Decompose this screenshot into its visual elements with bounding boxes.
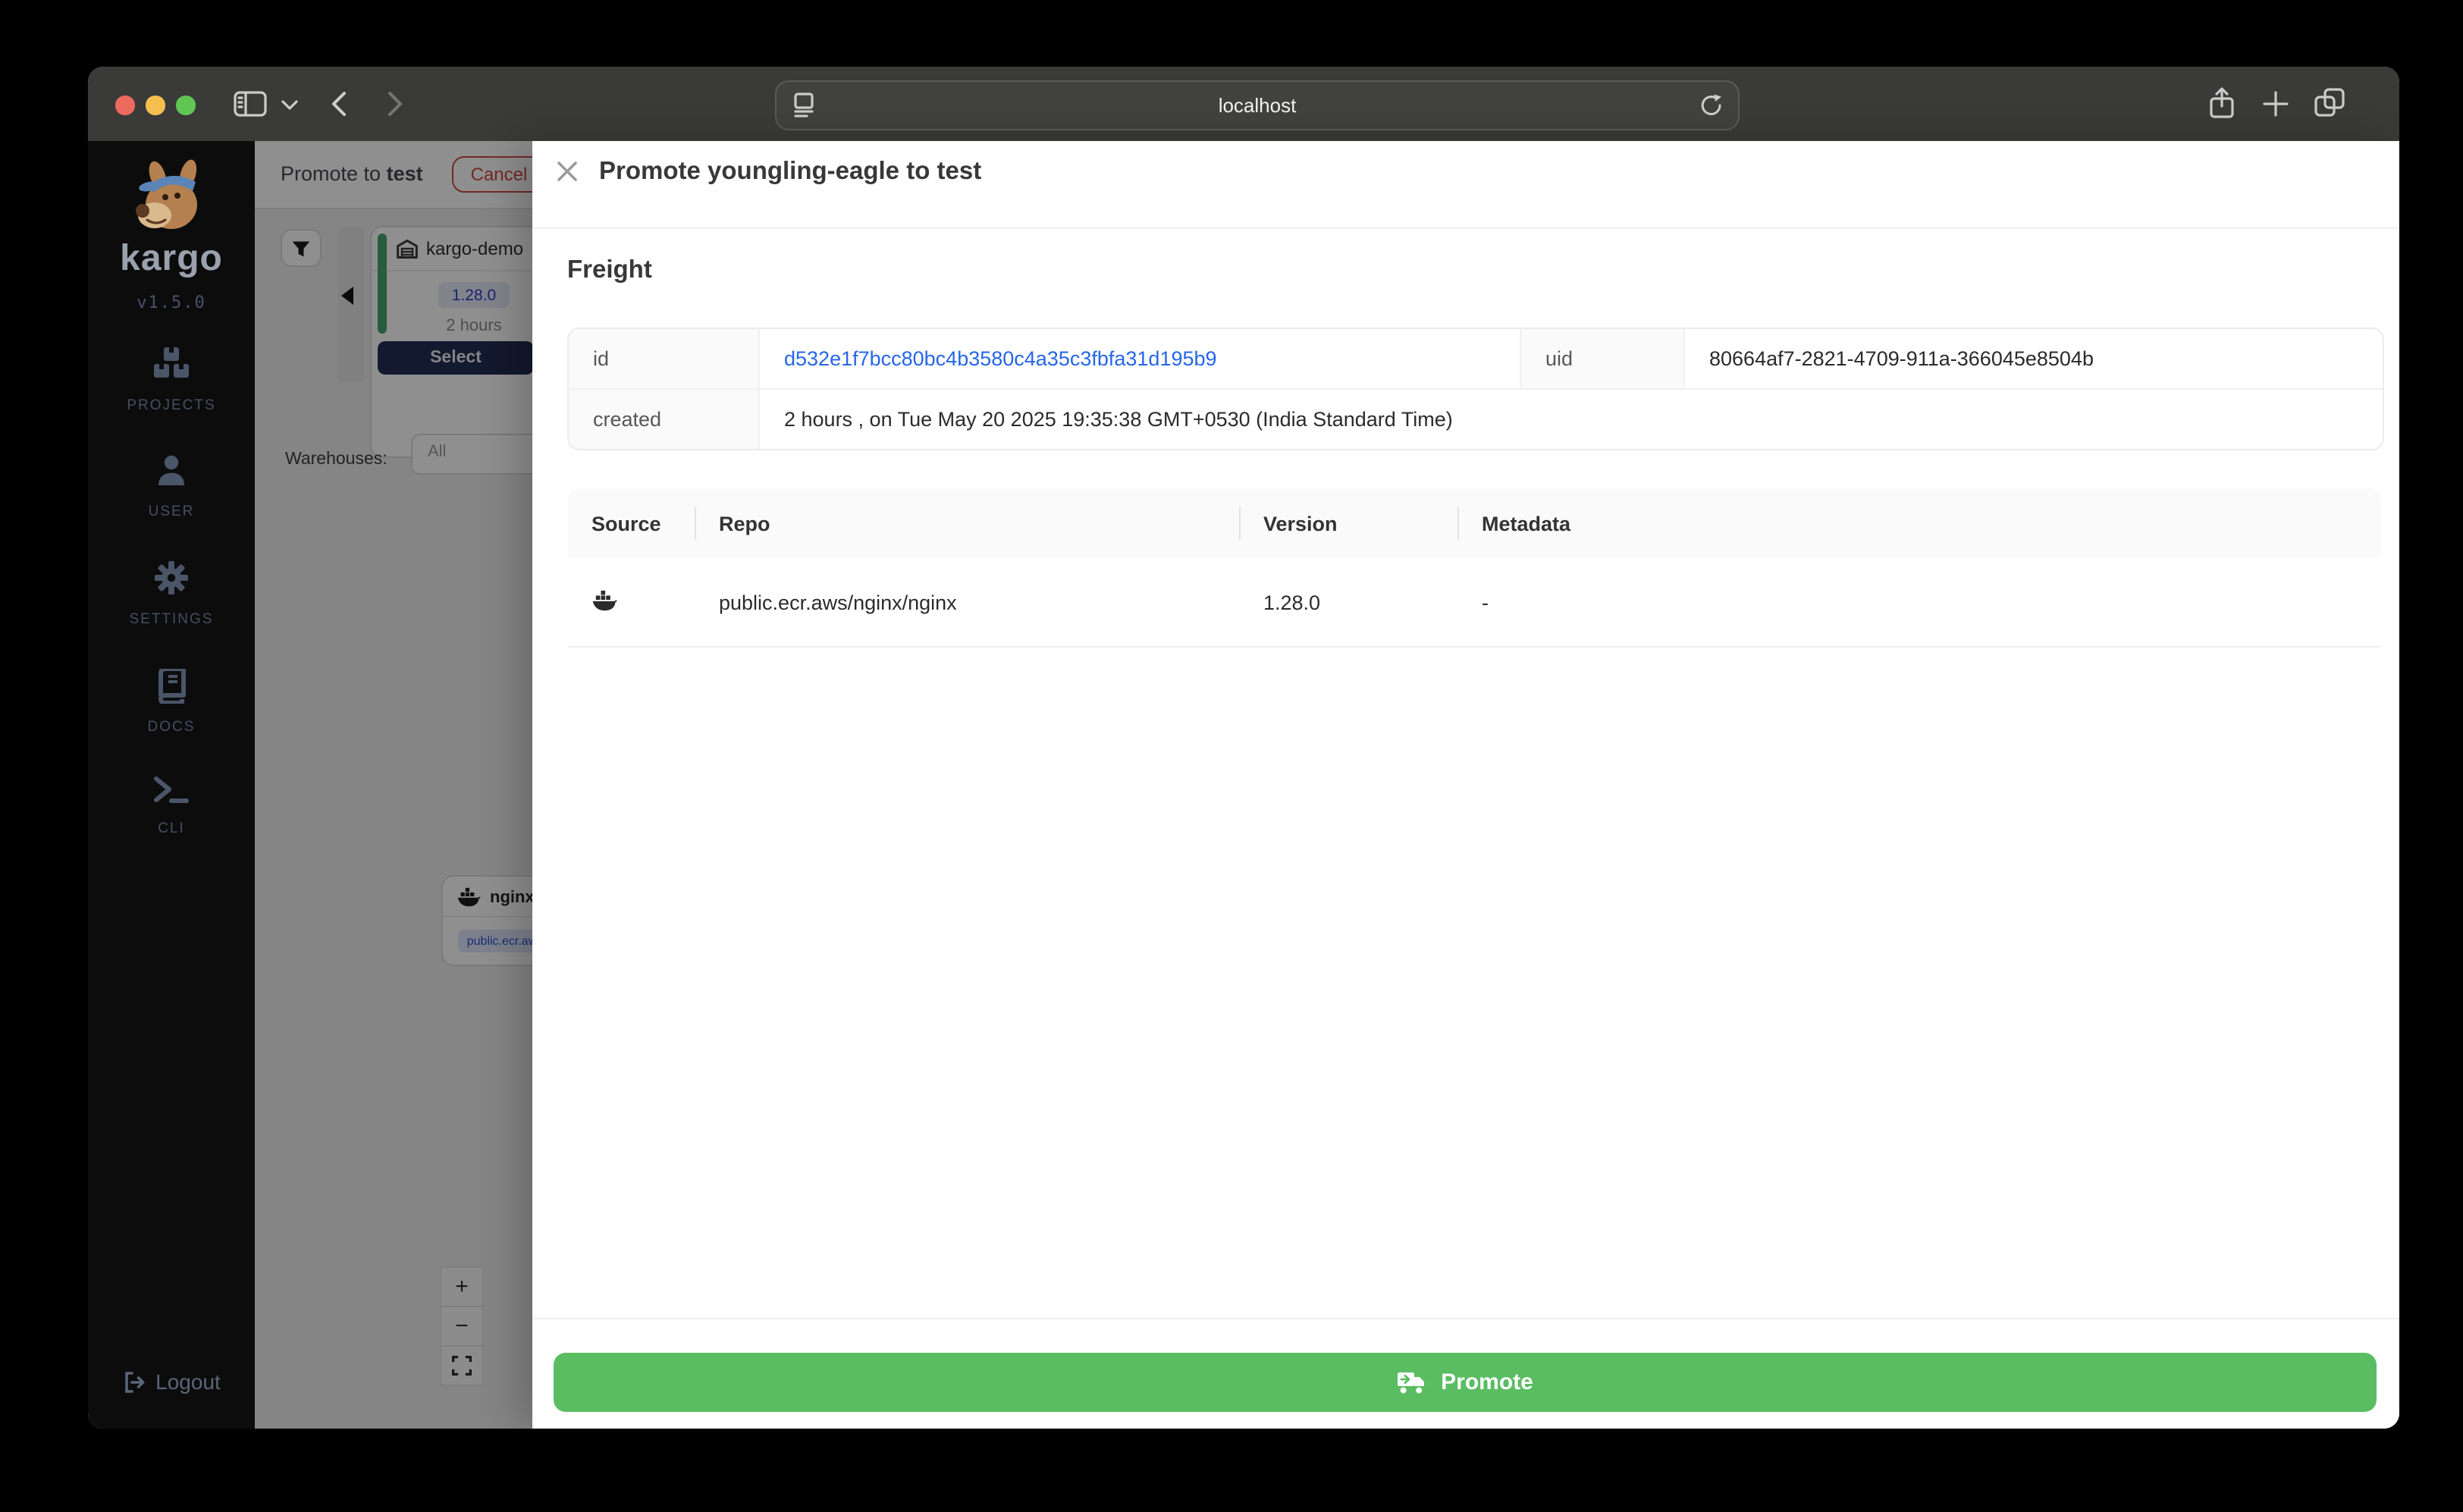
url-bar[interactable]: localhost (775, 80, 1740, 130)
user-icon (158, 455, 184, 485)
col-metadata: Metadata (1482, 512, 1571, 535)
created-value: 2 hours , on Tue May 20 2025 19:35:38 GM… (784, 408, 1453, 431)
traffic-zoom-button[interactable] (176, 96, 195, 114)
reload-icon[interactable] (1699, 93, 1724, 118)
sources-table-row: public.ecr.aws/nginx/nginx 1.28.0 - (567, 558, 2381, 648)
gear-icon (155, 561, 188, 594)
promote-modal: Promote youngling-eagle to test Freight … (532, 141, 2399, 1429)
truck-icon (1398, 1372, 1425, 1393)
sidebar-item-projects[interactable]: PROJECTS (88, 347, 255, 414)
promote-button-label: Promote (1441, 1369, 1533, 1395)
id-label: id (569, 329, 760, 390)
new-tab-icon[interactable] (2263, 91, 2289, 117)
row-version: 1.28.0 (1263, 591, 1321, 613)
sidebar-toggle-icon[interactable] (234, 91, 267, 117)
browser-window: localhost kargo v1.5.0 PROJECTS USER SET… (88, 67, 2399, 1429)
kargo-sidebar: kargo v1.5.0 PROJECTS USER SETTINGS DOCS… (88, 141, 255, 1429)
sidebar-item-cli[interactable]: CLI (88, 775, 255, 837)
modal-header-divider (532, 227, 2399, 229)
page-settings-icon (794, 93, 814, 118)
promote-button[interactable]: Promote (554, 1353, 2377, 1412)
sources-table-header: Source Repo Version Metadata (567, 488, 2381, 558)
uid-label: uid (1521, 329, 1685, 390)
modal-backdrop[interactable] (255, 141, 532, 1429)
sidebar-item-docs[interactable]: DOCS (88, 667, 255, 736)
logout-icon (124, 1371, 144, 1392)
freight-descriptions: id d532e1f7bcc80bc4b3580c4a35c3fbfa31d19… (567, 328, 2384, 450)
background-page: Promote to test Cancel kargo-demo 1.28.0… (255, 141, 532, 1429)
share-icon[interactable] (2208, 86, 2236, 120)
modal-footer-divider (532, 1318, 2399, 1319)
traffic-close-button[interactable] (115, 96, 134, 114)
logout-label: Logout (155, 1369, 221, 1394)
sidebar-item-settings[interactable]: SETTINGS (88, 560, 255, 628)
row-repo: public.ecr.aws/nginx/nginx (719, 591, 957, 613)
screenshot-stage: localhost kargo v1.5.0 PROJECTS USER SET… (0, 0, 2463, 1512)
traffic-minimize-button[interactable] (146, 96, 165, 114)
created-label: created (569, 390, 760, 449)
chevron-down-icon[interactable] (281, 100, 299, 111)
url-text: localhost (1218, 94, 1297, 117)
col-source: Source (591, 512, 661, 535)
pagination: 1 (2201, 676, 2399, 725)
brand-wordmark: kargo (120, 238, 223, 279)
tab-overview-icon[interactable] (2314, 88, 2345, 118)
book-icon (158, 667, 185, 705)
forward-icon[interactable] (387, 91, 403, 117)
app-version: v1.5.0 (136, 293, 206, 312)
row-metadata: - (1482, 591, 1489, 613)
back-icon[interactable] (331, 91, 347, 117)
docker-icon (592, 589, 617, 610)
modal-title: Promote youngling-eagle to test (599, 158, 982, 185)
col-repo: Repo (719, 512, 770, 535)
boxes-icon (154, 347, 189, 378)
kargo-logo (136, 159, 197, 229)
browser-toolbar: localhost (88, 67, 2399, 141)
close-icon[interactable] (557, 161, 578, 182)
col-version: Version (1263, 512, 1338, 535)
uid-value: 80664af7-2821-4709-911a-366045e8504b (1685, 329, 2383, 390)
freight-heading: Freight (567, 256, 652, 284)
sidebar-item-user[interactable]: USER (88, 453, 255, 520)
terminal-icon (154, 776, 189, 803)
logout-button[interactable]: Logout (88, 1369, 255, 1394)
freight-id-link[interactable]: d532e1f7bcc80bc4b3580c4a35c3fbfa31d195b9 (760, 329, 1521, 390)
